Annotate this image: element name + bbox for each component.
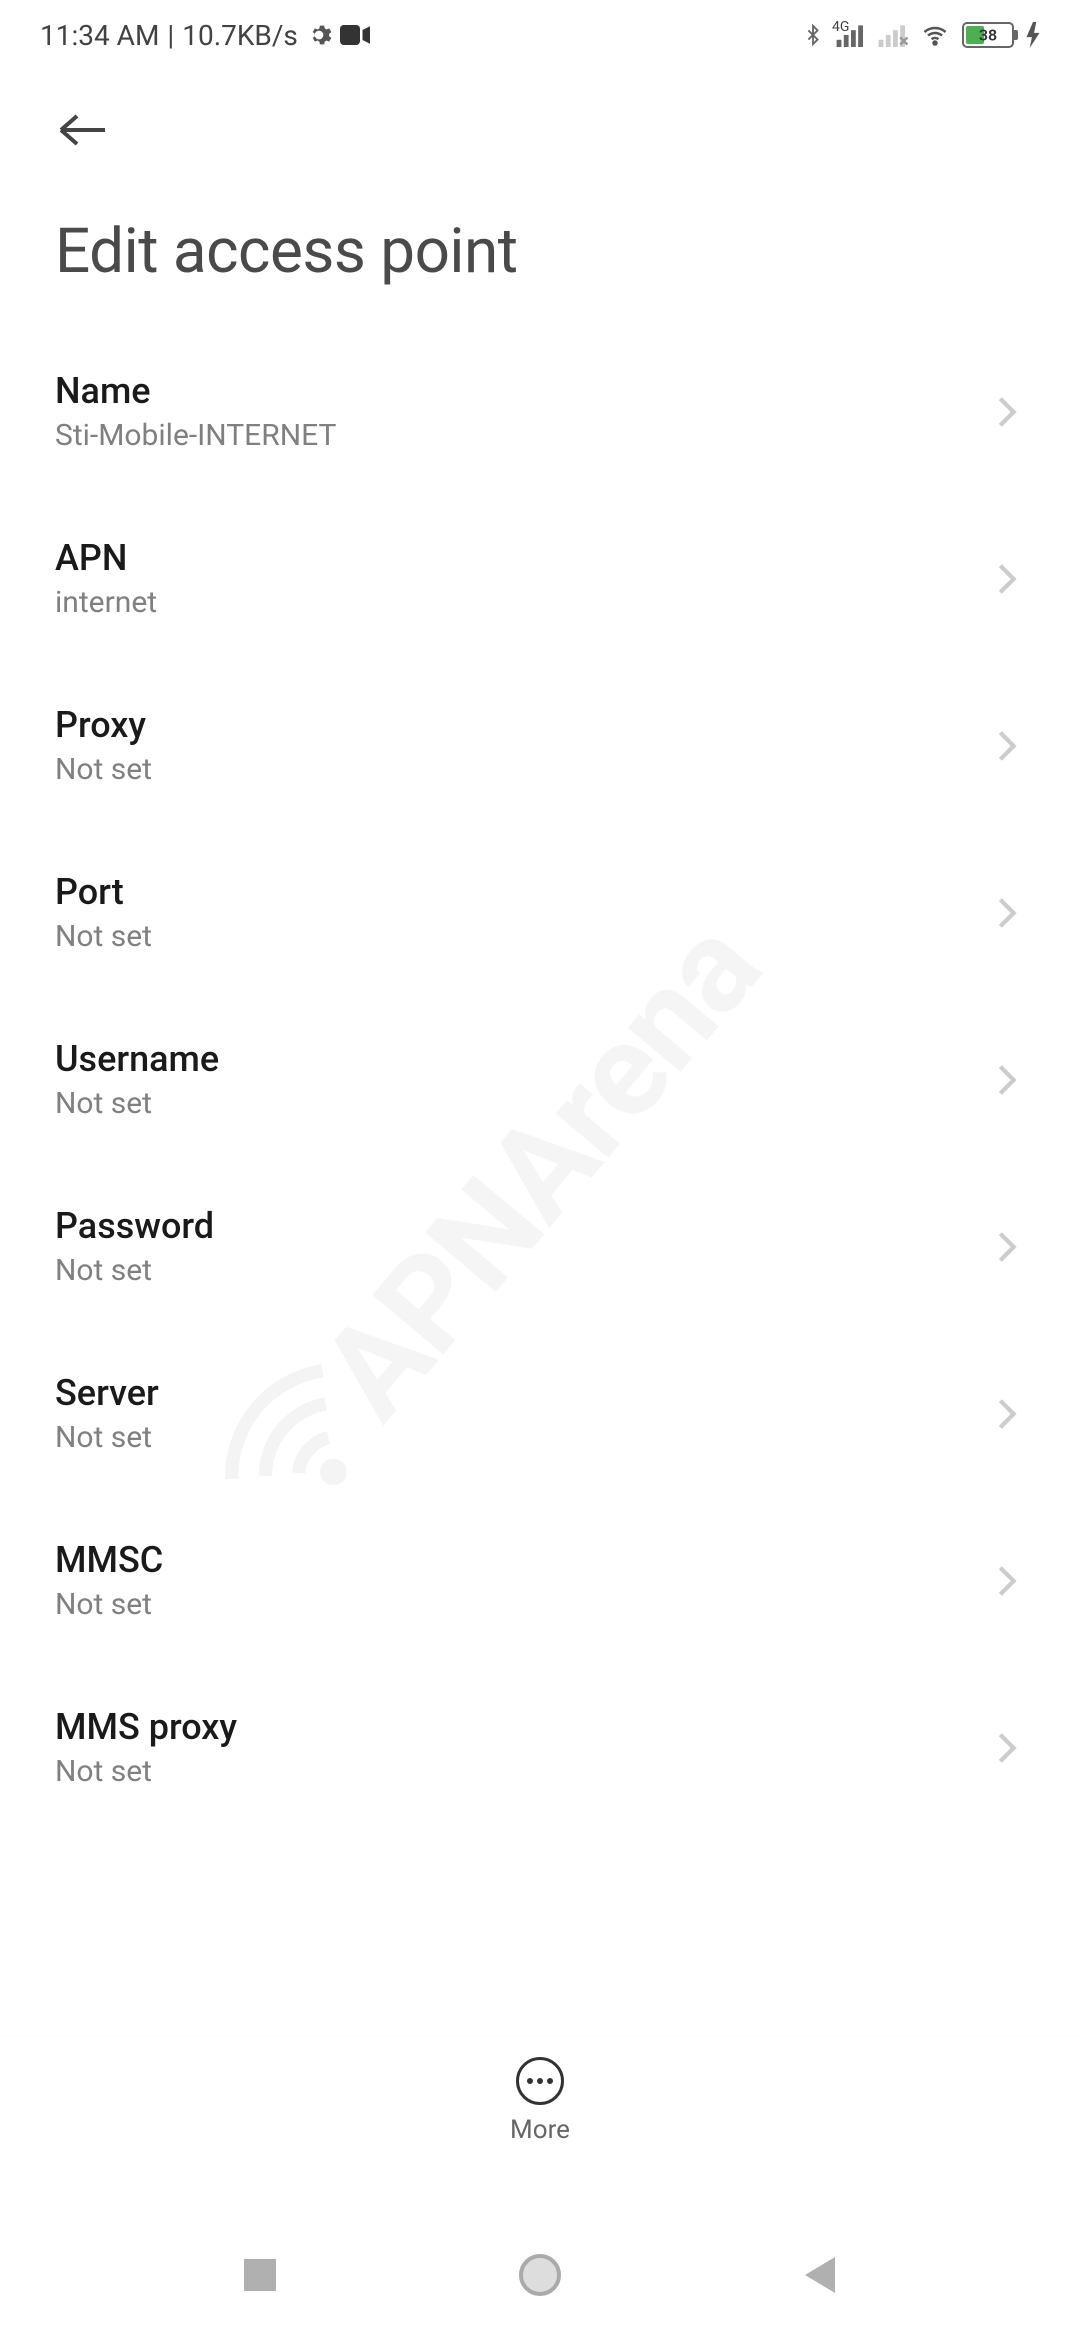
setting-label: MMS proxy	[55, 1706, 237, 1748]
setting-label: Password	[55, 1205, 214, 1247]
more-icon	[516, 2057, 564, 2105]
setting-value: Not set	[55, 1253, 214, 1288]
chevron-right-icon	[997, 895, 1017, 931]
chevron-right-icon	[997, 1396, 1017, 1432]
chevron-right-icon	[997, 1062, 1017, 1098]
back-button[interactable]	[55, 100, 115, 160]
arrow-left-icon	[55, 110, 111, 150]
setting-port[interactable]: Port Not set	[55, 829, 1025, 996]
circle-icon	[519, 2254, 561, 2296]
settings-list: Name Sti-Mobile-INTERNET APN internet Pr…	[0, 328, 1080, 1831]
gear-icon	[306, 22, 332, 48]
setting-value: internet	[55, 585, 157, 620]
setting-value: Not set	[55, 1420, 159, 1455]
setting-value: Not set	[55, 1086, 219, 1121]
signal-no-sim-icon	[878, 23, 908, 47]
status-time: 11:34 AM	[40, 19, 159, 52]
more-label: More	[510, 2115, 570, 2145]
setting-username[interactable]: Username Not set	[55, 996, 1025, 1163]
status-right: 4G 38	[802, 20, 1040, 50]
setting-name[interactable]: Name Sti-Mobile-INTERNET	[55, 328, 1025, 495]
setting-apn[interactable]: APN internet	[55, 495, 1025, 662]
chevron-right-icon	[997, 1229, 1017, 1265]
setting-password[interactable]: Password Not set	[55, 1163, 1025, 1330]
status-bar: 11:34 AM | 10.7KB/s 4G	[0, 0, 1080, 70]
setting-value: Not set	[55, 1587, 163, 1622]
setting-label: Port	[55, 871, 152, 913]
setting-value: Not set	[55, 752, 152, 787]
more-button[interactable]: More	[0, 2036, 1080, 2165]
setting-mms-proxy[interactable]: MMS proxy Not set	[55, 1664, 1025, 1831]
chevron-right-icon	[997, 1730, 1017, 1766]
nav-home-button[interactable]	[510, 2245, 570, 2305]
setting-mmsc[interactable]: MMSC Not set	[55, 1497, 1025, 1664]
status-data-rate: 10.7KB/s	[182, 19, 298, 52]
setting-label: MMSC	[55, 1539, 163, 1581]
bluetooth-icon	[802, 20, 824, 50]
chevron-right-icon	[997, 1563, 1017, 1599]
status-left: 11:34 AM | 10.7KB/s	[40, 19, 370, 52]
setting-proxy[interactable]: Proxy Not set	[55, 662, 1025, 829]
wifi-icon	[920, 23, 950, 47]
signal-4g-icon: 4G	[836, 23, 866, 47]
setting-value: Not set	[55, 1754, 237, 1789]
chevron-right-icon	[997, 561, 1017, 597]
charging-icon	[1026, 22, 1040, 48]
setting-label: Name	[55, 370, 336, 412]
setting-value: Not set	[55, 919, 152, 954]
setting-server[interactable]: Server Not set	[55, 1330, 1025, 1497]
app-bar	[0, 70, 1080, 160]
camera-icon	[340, 25, 370, 45]
status-separator: |	[167, 19, 174, 52]
setting-label: APN	[55, 537, 157, 579]
nav-recent-button[interactable]	[230, 2245, 290, 2305]
setting-label: Username	[55, 1038, 219, 1080]
setting-value: Sti-Mobile-INTERNET	[55, 418, 336, 453]
battery-icon: 38	[962, 22, 1014, 48]
triangle-left-icon	[804, 2257, 836, 2293]
square-icon	[244, 2259, 276, 2291]
page-title: Edit access point	[0, 160, 1080, 328]
chevron-right-icon	[997, 394, 1017, 430]
setting-label: Server	[55, 1372, 159, 1414]
navigation-bar	[0, 2210, 1080, 2340]
chevron-right-icon	[997, 728, 1017, 764]
setting-label: Proxy	[55, 704, 152, 746]
nav-back-button[interactable]	[790, 2245, 850, 2305]
